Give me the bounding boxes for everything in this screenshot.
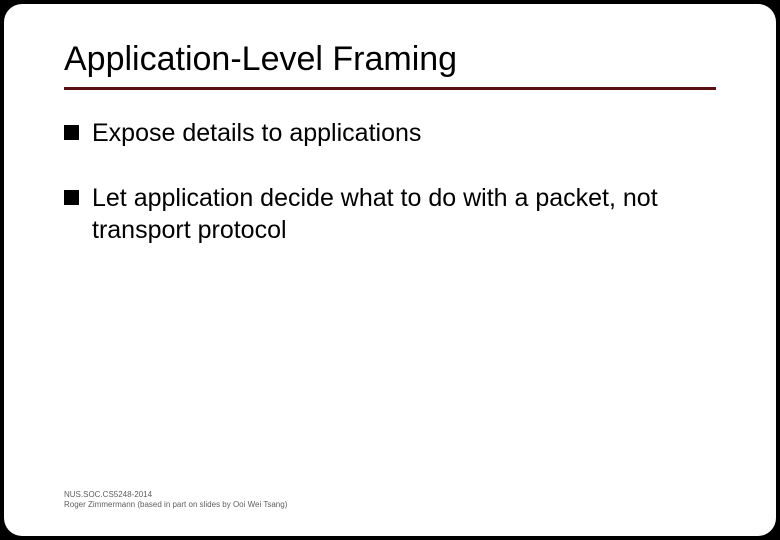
slide: Application-Level Framing Expose details… [4,4,776,536]
list-item: Let application decide what to do with a… [64,183,716,246]
footer-line: Roger Zimmermann (based in part on slide… [64,500,287,510]
title-rule [64,87,716,90]
bullet-list: Expose details to applications Let appli… [64,118,716,246]
slide-title: Application-Level Framing [64,40,716,85]
footer-line: NUS.SOC.CS5248-2014 [64,490,287,500]
slide-footer: NUS.SOC.CS5248-2014 Roger Zimmermann (ba… [64,490,287,510]
list-item: Expose details to applications [64,118,716,149]
